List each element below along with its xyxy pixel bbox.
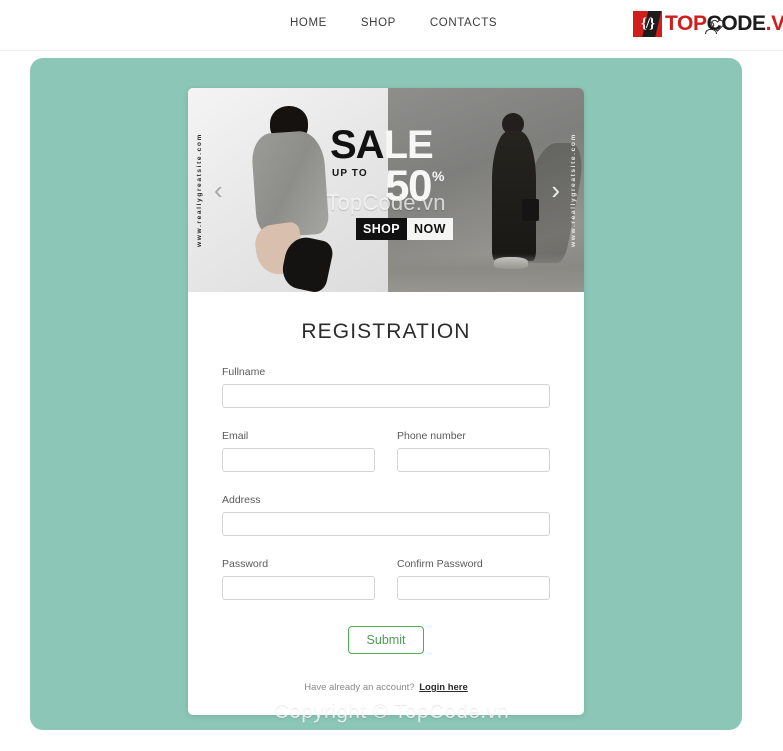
registration-card: www.reallygreatsite.com www.reallygreats… [188, 88, 584, 715]
field-row-passwords: Password Confirm Password [222, 536, 550, 600]
promo-banner-carousel[interactable]: www.reallygreatsite.com www.reallygreats… [188, 88, 584, 292]
submit-button[interactable]: Submit [347, 626, 425, 654]
email-label: Email [222, 430, 249, 442]
discount-number: 50 [385, 161, 432, 211]
field-group-email: Email [222, 430, 375, 472]
login-prompt-line: Have already an account? Login here [222, 682, 550, 693]
confirm-password-input[interactable] [397, 576, 550, 600]
email-input[interactable] [222, 448, 375, 472]
nav-link-home[interactable]: HOME [290, 17, 327, 29]
submit-button-wrapper: Submit [222, 626, 550, 654]
field-group-address: Address [222, 494, 550, 536]
banner-discount-value: 50% [385, 158, 444, 211]
carousel-next-arrow-icon[interactable]: › [551, 177, 560, 203]
topcode-logo-glyph: {/} [641, 15, 655, 32]
discount-percent: % [431, 168, 444, 184]
banner-url-right: www.reallygreatsite.com [570, 133, 577, 247]
user-icon[interactable] [703, 20, 719, 36]
registration-form: REGISTRATION Fullname Email Phone number… [188, 320, 584, 693]
fullname-label: Fullname [222, 366, 266, 378]
sale-word-part1: SA [330, 123, 385, 167]
fullname-input[interactable] [222, 384, 550, 408]
nav-link-contacts[interactable]: CONTACTS [430, 17, 497, 29]
banner-model-left-illustration [240, 106, 336, 292]
address-label: Address [222, 494, 261, 506]
banner-url-left: www.reallygreatsite.com [196, 133, 203, 247]
phone-input[interactable] [397, 448, 550, 472]
topcode-logo-mark: {/} [633, 11, 662, 37]
field-group-phone: Phone number [397, 430, 550, 472]
shop-now-label-shop: SHOP [356, 218, 408, 240]
shop-now-label-now: NOW [407, 218, 453, 240]
field-row-email-phone: Email Phone number [222, 408, 550, 472]
main-navigation: HOME SHOP CONTACTS [290, 17, 497, 29]
nav-link-shop[interactable]: SHOP [361, 17, 396, 29]
confirm-password-label: Confirm Password [397, 558, 483, 570]
phone-label: Phone number [397, 430, 466, 442]
page-title: REGISTRATION [301, 320, 471, 343]
field-group-fullname: Fullname [222, 366, 550, 408]
banner-model-right-illustration [482, 113, 584, 291]
login-here-link[interactable]: Login here [419, 682, 468, 693]
banner-upto-label: UP TO [332, 168, 368, 179]
carousel-prev-arrow-icon[interactable]: ‹ [214, 177, 223, 203]
address-input[interactable] [222, 512, 550, 536]
logo-text-vn: .VN [765, 12, 783, 35]
banner-sale-text-block: SALE UP TO 50% SHOP NOW [330, 123, 462, 240]
field-group-password: Password [222, 558, 375, 600]
field-group-confirm-password: Confirm Password [397, 558, 550, 600]
logo-text-top: TOP [665, 12, 707, 35]
login-prompt-text: Have already an account? [304, 682, 415, 693]
password-label: Password [222, 558, 269, 570]
shop-now-button[interactable]: SHOP NOW [356, 218, 453, 240]
password-input[interactable] [222, 576, 375, 600]
site-header: HOME SHOP CONTACTS {/} TOPCODE.VN [0, 0, 783, 51]
